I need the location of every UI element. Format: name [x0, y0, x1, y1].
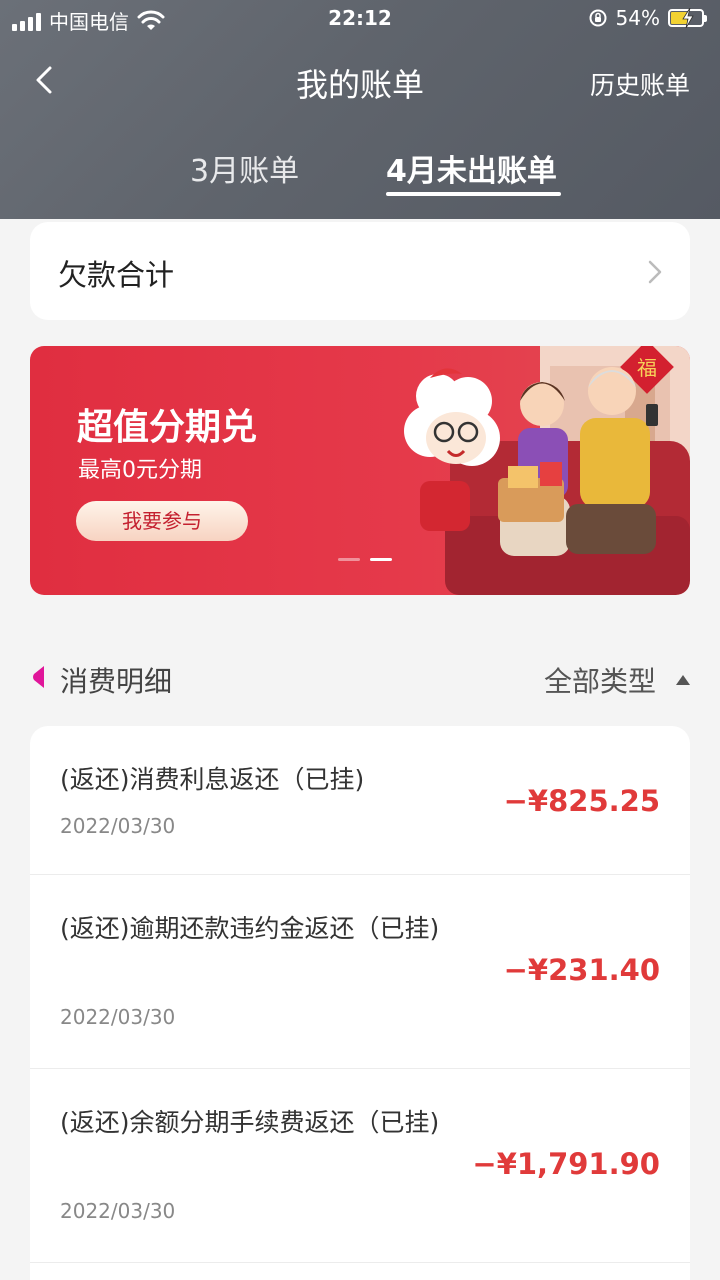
- consumption-section-header: 消费明细 全部类型: [30, 648, 690, 708]
- filter-label: 全部类型: [543, 665, 656, 698]
- status-bar: 中国电信 22:12 54%: [0, 0, 720, 38]
- transaction-row[interactable]: (返还)逾期还款违约金返还（已挂) 2022/03/30 −¥231.40: [30, 875, 690, 1069]
- debt-total-card[interactable]: 欠款合计: [30, 222, 690, 320]
- tab-march-bill[interactable]: 3月账单: [190, 146, 299, 190]
- active-tab-indicator: [386, 192, 561, 196]
- transaction-title: (返还)消费利息返还（已挂): [60, 765, 365, 794]
- banner-subtitle: 最高0元分期: [78, 458, 202, 483]
- battery-icon: [668, 8, 707, 28]
- banner-illustration: 福: [404, 346, 690, 595]
- caret-up-icon: [676, 675, 690, 685]
- transaction-list: (返还)消费利息返还（已挂) 2022/03/30 −¥825.25 (返还)逾…: [30, 726, 690, 1280]
- transaction-row[interactable]: (返还)余额分期手续费返还（已挂) 2022/03/30 −¥1,791.90: [30, 1069, 690, 1263]
- transaction-date: 2022/03/30: [60, 814, 176, 838]
- transaction-title: (返还)余额分期手续费返还（已挂): [60, 1108, 440, 1137]
- transaction-title: (返还)逾期还款违约金返还（已挂): [60, 914, 440, 943]
- section-marker-icon: [33, 666, 44, 688]
- fortune-glyph: 福: [637, 356, 657, 380]
- transaction-amount: −¥825.25: [503, 784, 660, 818]
- chevron-right-icon: [648, 260, 662, 284]
- rotation-lock-icon: [589, 9, 607, 27]
- promo-banner[interactable]: 超值分期兑 最高0元分期 我要参与 福: [30, 346, 690, 595]
- transaction-row[interactable]: (返还)消费利息返还（已挂) 2022/03/30 −¥825.25: [30, 726, 690, 875]
- status-right: 54%: [588, 6, 707, 30]
- transaction-date: 2022/03/30: [60, 1199, 176, 1223]
- tab-april-unbilled[interactable]: 4月未出账单: [386, 146, 557, 190]
- banner-pagination: [338, 558, 392, 561]
- charging-bolt-icon: [682, 8, 694, 28]
- bill-tabs: 3月账单 4月未出账单: [0, 140, 720, 200]
- type-filter[interactable]: 全部类型: [544, 660, 690, 700]
- nav-bar: 我的账单 历史账单: [0, 50, 720, 110]
- join-button[interactable]: 我要参与: [76, 501, 248, 541]
- transaction-amount: −¥231.40: [503, 953, 660, 987]
- pagination-dot[interactable]: [338, 558, 360, 561]
- battery-percent: 54%: [615, 6, 660, 30]
- history-bills-link[interactable]: 历史账单: [590, 66, 690, 102]
- banner-title: 超值分期兑: [77, 407, 258, 448]
- section-title: 消费明细: [60, 665, 173, 698]
- transaction-amount: −¥1,791.90: [472, 1147, 660, 1181]
- battery-fill: [671, 8, 694, 28]
- pagination-dot-active[interactable]: [370, 558, 392, 561]
- transaction-date: 2022/03/30: [60, 1005, 176, 1029]
- header: 中国电信 22:12 54% 我的账单 历史账单 3月账单 4月未出账单: [0, 0, 720, 219]
- debt-total-label: 欠款合计: [58, 258, 175, 292]
